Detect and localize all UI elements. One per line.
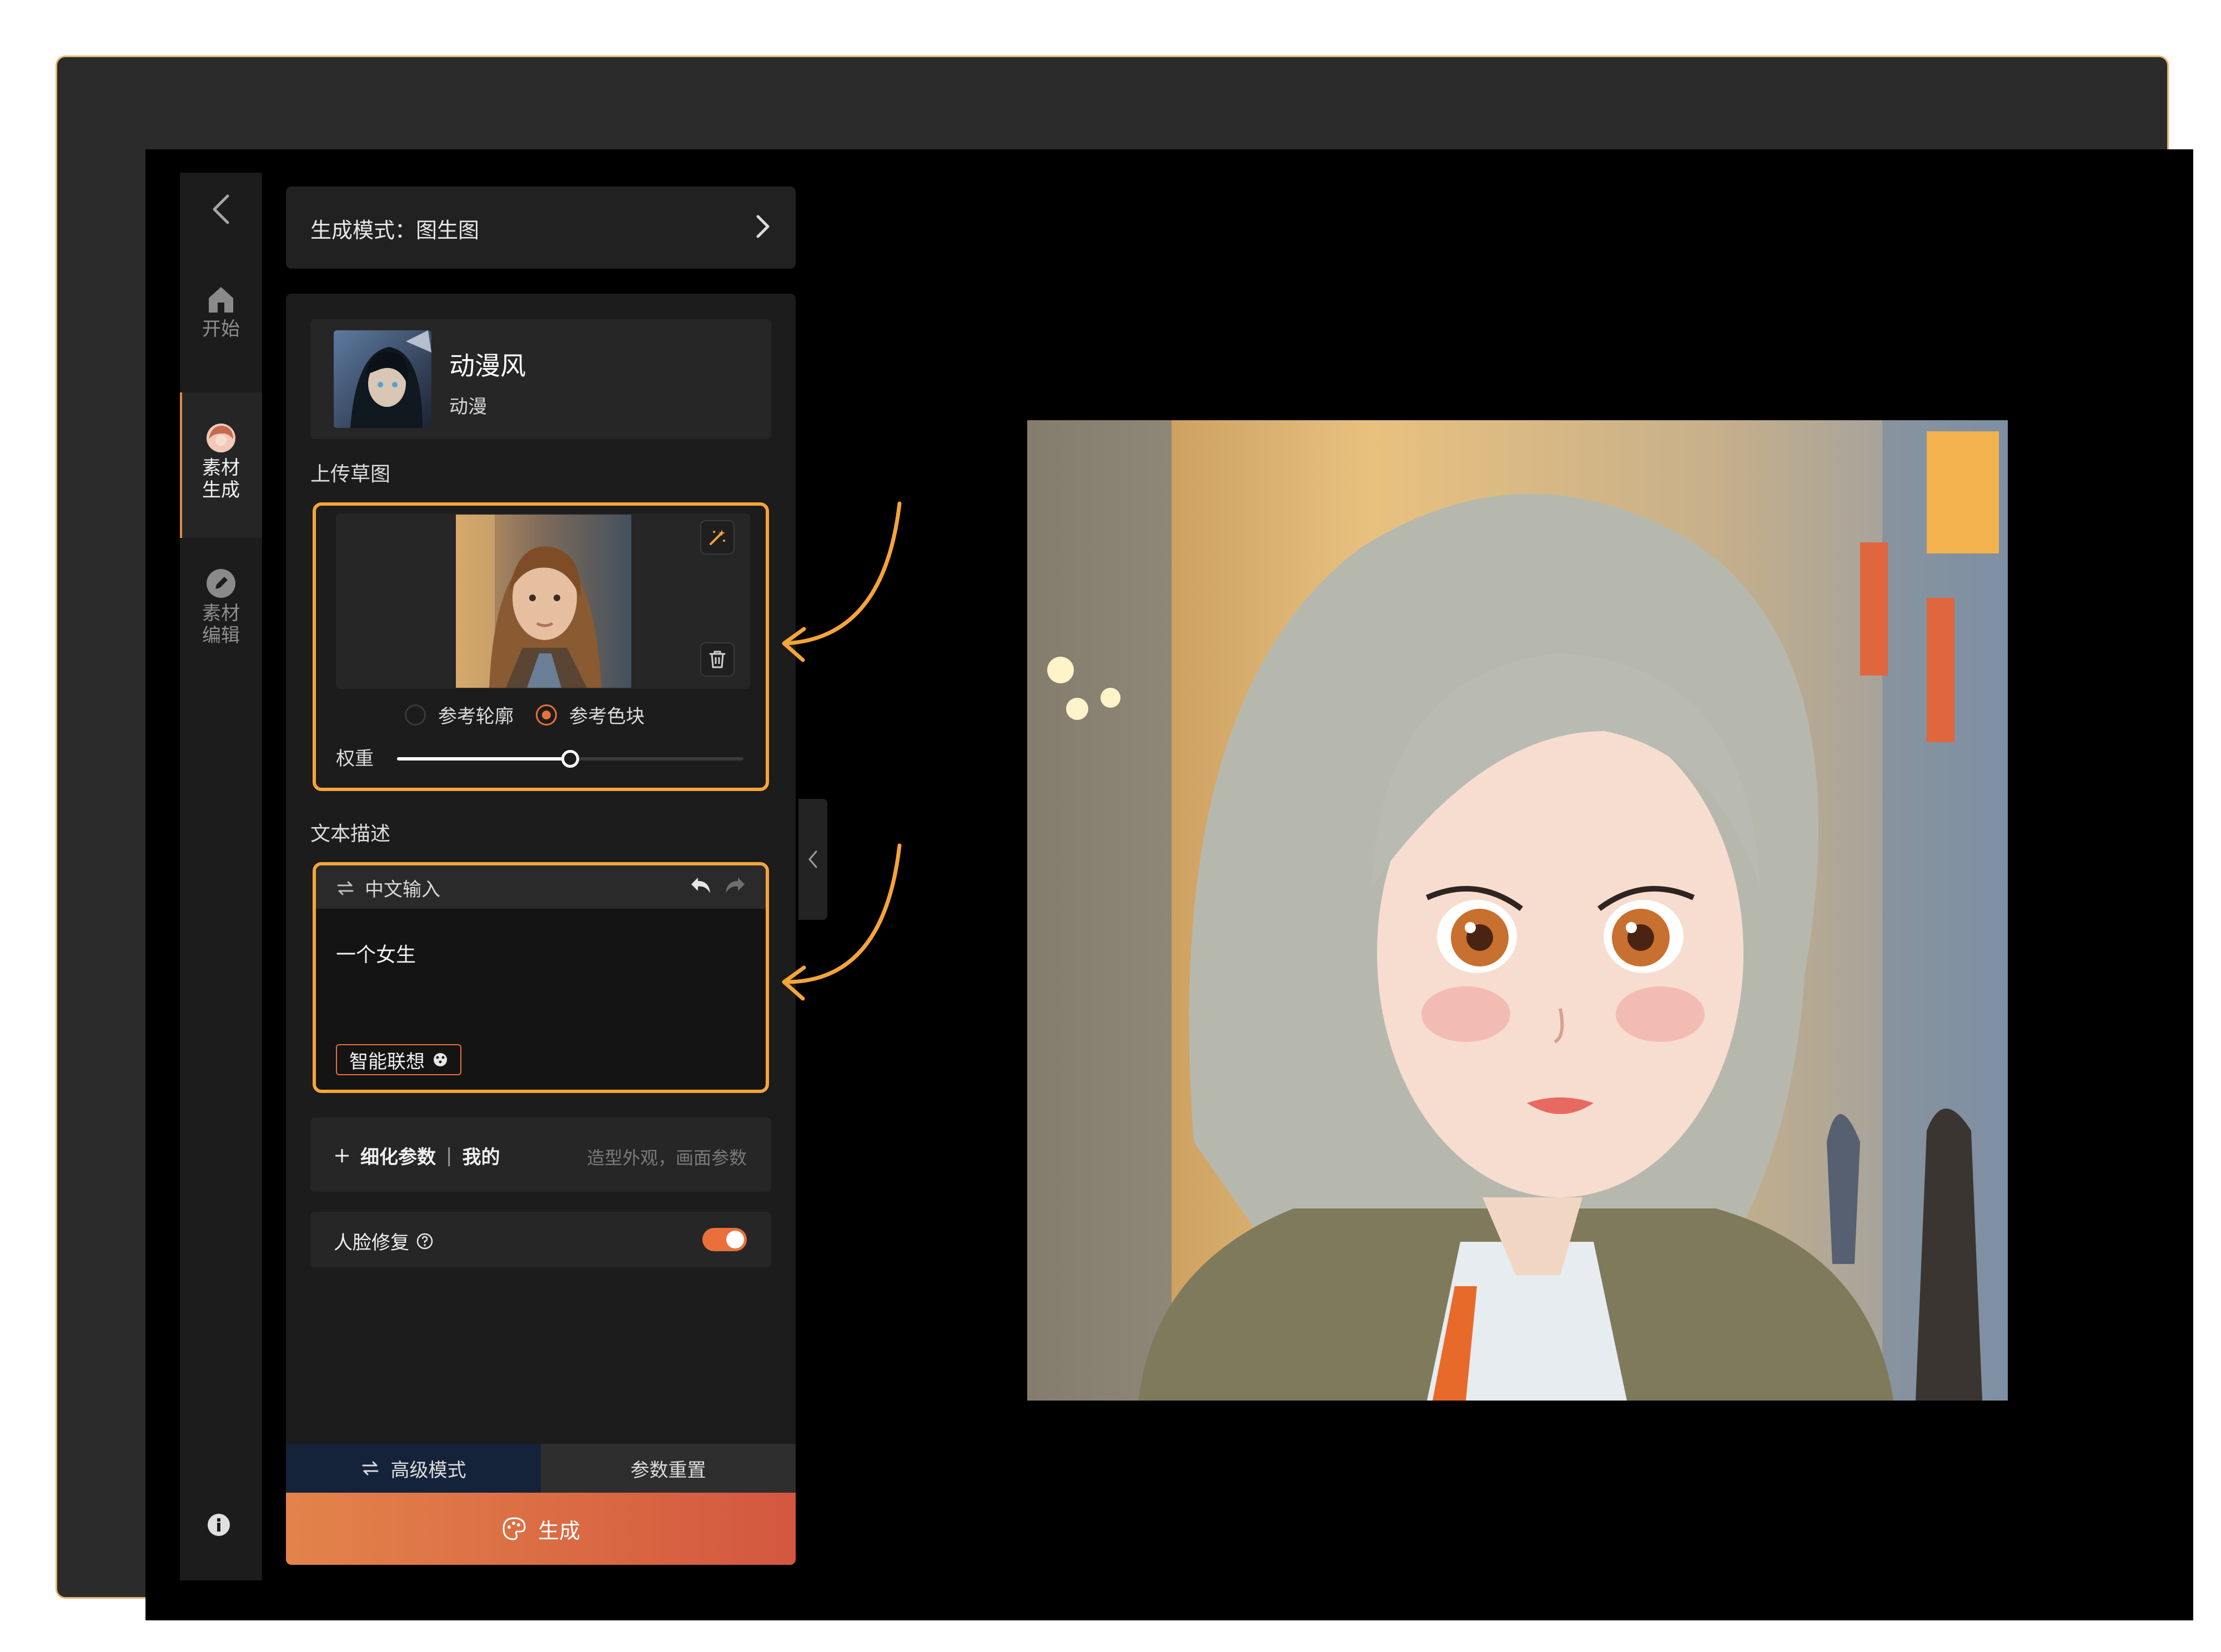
delete-image-button[interactable] — [700, 642, 735, 677]
face-restore-card: 人脸修复 — [310, 1212, 771, 1267]
home-icon — [209, 287, 233, 313]
reset-params-label: 参数重置 — [630, 1459, 706, 1482]
prompt-toolbar: 中文输入 — [316, 865, 766, 909]
generated-result-image — [1027, 420, 2008, 1401]
input-language-toggle[interactable]: 中文输入 — [336, 874, 440, 901]
slider-fill — [397, 757, 570, 760]
smart-association-button[interactable]: 智能联想 — [336, 1044, 461, 1075]
reference-mode-radio-group: 参考轮廓 参考色块 — [405, 701, 645, 728]
smart-association-label: 智能联想 — [349, 1050, 425, 1073]
advanced-mode-label: 高级模式 — [390, 1459, 466, 1482]
palette-icon — [503, 1517, 526, 1540]
info-icon — [208, 1514, 230, 1536]
reset-params-button[interactable]: 参数重置 — [541, 1444, 796, 1493]
upload-dropzone[interactable] — [336, 513, 750, 689]
generation-mode-selector[interactable]: 生成模式：图生图 — [286, 187, 796, 269]
magic-wand-icon — [710, 530, 725, 545]
refine-params-header: 细化参数 | 我的 — [334, 1142, 500, 1169]
generate-label: 生成 — [537, 1518, 580, 1543]
edit-icon — [207, 569, 235, 598]
nav-item-label: 素材 编辑 — [202, 602, 240, 647]
chevron-left-icon — [808, 850, 817, 868]
redo-icon[interactable] — [723, 875, 747, 895]
radio-reference-color-block[interactable]: 参考色块 — [536, 701, 645, 728]
toggle-knob — [726, 1231, 744, 1248]
radio-indicator — [536, 704, 557, 726]
upload-section-label: 上传草图 — [310, 463, 391, 486]
style-tag: 动漫 — [449, 396, 487, 418]
advanced-mode-button[interactable]: 高级模式 — [286, 1444, 541, 1493]
my-params-label[interactable]: 我的 — [462, 1142, 500, 1169]
face-restore-label: 人脸修复 — [334, 1232, 409, 1254]
refine-params-label[interactable]: 细化参数 — [360, 1142, 436, 1169]
radio-reference-outline[interactable]: 参考轮廓 — [405, 701, 514, 728]
nav-item-label: 素材 生成 — [202, 457, 240, 501]
sketch-upload-area: 参考轮廓 参考色块 权重 — [313, 502, 769, 791]
uploaded-sketch-image — [456, 515, 631, 688]
params-separator: | — [446, 1144, 453, 1167]
collapse-panel-button[interactable] — [798, 799, 827, 920]
swap-icon — [337, 881, 354, 895]
params-hint: 造型外观，画面参数 — [586, 1147, 747, 1169]
generation-mode-label: 生成模式：图生图 — [310, 218, 480, 243]
text-description-label: 文本描述 — [310, 823, 391, 845]
info-button[interactable] — [207, 1513, 231, 1539]
generate-button[interactable]: 生成 — [286, 1493, 796, 1565]
app-screen: 开始 素材 生成 素材 编辑 生成模式：图生图 动漫风 动漫 上传草图 参考轮廓… — [145, 149, 2193, 1620]
radio-indicator — [405, 704, 426, 726]
style-thumbnail — [334, 330, 431, 428]
plus-icon — [335, 1149, 349, 1162]
swap-icon — [362, 1461, 378, 1475]
style-name: 动漫风 — [449, 351, 526, 381]
refine-params-card[interactable]: 细化参数 | 我的 造型外观，画面参数 — [310, 1117, 771, 1192]
face-restore-label-group: 人脸修复 — [334, 1227, 434, 1255]
slider-handle[interactable] — [561, 750, 579, 768]
nav-item-material-generate[interactable]: 素材 生成 — [180, 392, 262, 538]
magic-wand-button[interactable] — [700, 520, 735, 555]
dice-icon — [434, 1053, 447, 1066]
radio-label: 参考色块 — [569, 706, 645, 728]
help-icon[interactable] — [416, 1232, 434, 1250]
avatar-icon — [207, 424, 235, 452]
back-button[interactable] — [180, 184, 262, 235]
nav-item-start[interactable]: 开始 — [180, 284, 262, 367]
radio-label: 参考轮廓 — [438, 706, 514, 728]
weight-slider[interactable] — [397, 750, 743, 768]
chevron-right-icon — [756, 215, 770, 238]
face-restore-toggle[interactable] — [702, 1228, 747, 1251]
trash-icon — [709, 651, 726, 668]
device-frame: 开始 素材 生成 素材 编辑 生成模式：图生图 动漫风 动漫 上传草图 参考轮廓… — [56, 56, 2193, 1620]
weight-label: 权重 — [336, 748, 374, 770]
input-language-label: 中文输入 — [365, 879, 440, 901]
undo-icon[interactable] — [689, 875, 712, 895]
annotation-arrow-upload — [782, 501, 902, 662]
style-card[interactable]: 动漫风 动漫 — [310, 319, 771, 439]
nav-item-label: 开始 — [202, 318, 240, 340]
settings-panel: 动漫风 动漫 上传草图 参考轮廓 参考色块 权重 文本描述 中文输入 一个女生 … — [286, 294, 796, 1565]
prompt-editor: 中文输入 一个女生 智能联想 — [313, 862, 769, 1093]
prompt-text[interactable]: 一个女生 — [336, 939, 416, 968]
nav-rail: 开始 素材 生成 素材 编辑 — [180, 173, 262, 1580]
nav-item-material-edit[interactable]: 素材 编辑 — [180, 568, 262, 668]
chevron-left-icon — [213, 194, 229, 224]
bottom-tabs: 高级模式 参数重置 — [286, 1444, 796, 1493]
